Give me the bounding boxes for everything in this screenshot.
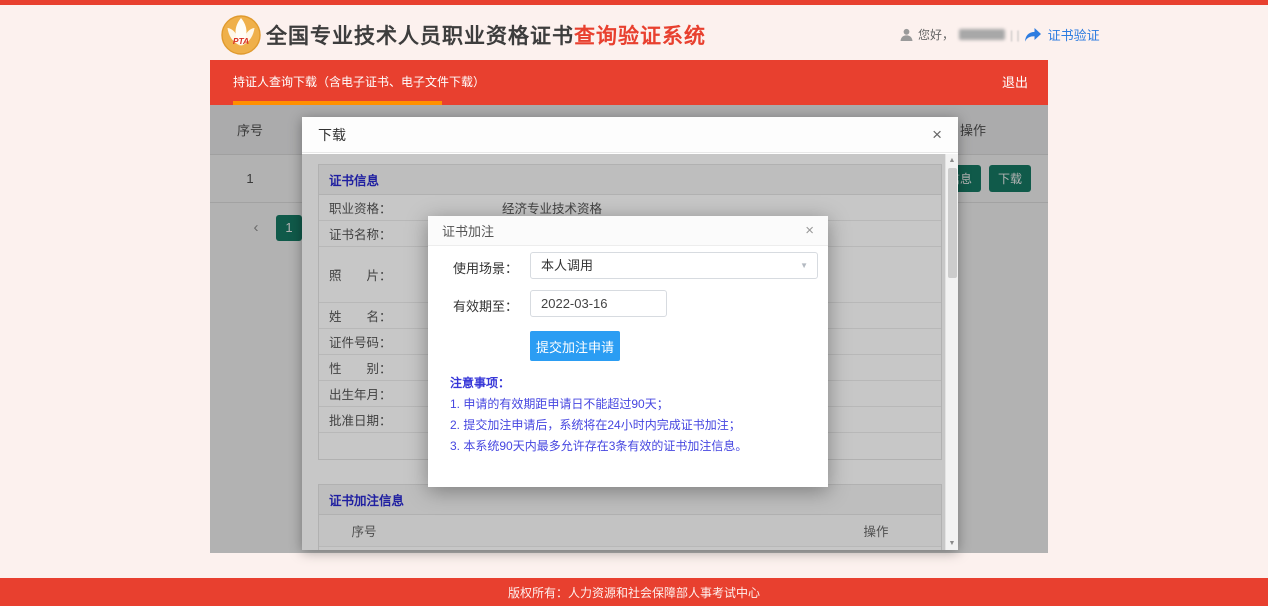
user-icon	[900, 28, 913, 41]
chevron-down-icon: ▼	[800, 253, 808, 278]
usage-scene-value: 本人调用	[541, 258, 593, 273]
annotation-modal-body: 使用场景： 本人调用 ▼ 有效期至： 提交加注申请 注意事项： 1. 申请的有效…	[428, 247, 828, 487]
svg-text:PTA: PTA	[233, 36, 249, 46]
tab-holder-query-download[interactable]: 持证人查询下载（含电子证书、电子文件下载）	[233, 60, 485, 105]
submit-annotation-button[interactable]: 提交加注申请	[530, 331, 620, 361]
annotation-modal-close-icon[interactable]: ×	[805, 223, 814, 238]
logout-button[interactable]: 退出	[1002, 60, 1028, 105]
annotation-modal: 证书加注 × 使用场景： 本人调用 ▼ 有效期至： 提交加注申请 注意事项： 1…	[428, 216, 828, 487]
notes-block: 注意事项： 1. 申请的有效期距申请日不能超过90天； 2. 提交加注申请后，系…	[450, 373, 747, 457]
expiry-date-input[interactable]	[530, 290, 667, 317]
share-arrow-icon	[1025, 28, 1041, 42]
modal-scrollbar[interactable]: ▲ ▼	[945, 154, 958, 550]
notes-title: 注意事项：	[450, 373, 747, 394]
usage-scene-select[interactable]: 本人调用 ▼	[530, 252, 818, 279]
scroll-up-icon[interactable]: ▲	[946, 157, 958, 164]
note-line: 3. 本系统90天内最多允许存在3条有效的证书加注信息。	[450, 436, 747, 457]
cert-verify-link[interactable]: 证书验证	[1048, 25, 1100, 44]
page-title: 全国专业技术人员职业资格证书查询验证系统	[266, 20, 706, 50]
top-accent-bar	[0, 0, 1268, 5]
usage-scene-label: 使用场景：	[428, 258, 518, 277]
annotation-modal-header: 证书加注 ×	[428, 216, 828, 246]
scroll-down-icon[interactable]: ▼	[946, 540, 958, 547]
scrollbar-thumb[interactable]	[948, 168, 957, 278]
user-area: 您好， | | 证书验证	[900, 25, 1100, 44]
pta-logo-icon: PTA	[221, 15, 261, 55]
annotation-modal-title: 证书加注	[442, 221, 494, 240]
download-modal-close-icon[interactable]: ×	[932, 126, 942, 143]
download-modal-header: 下载 ×	[302, 117, 958, 153]
note-line: 2. 提交加注申请后，系统将在24小时内完成证书加注；	[450, 415, 747, 436]
masked-separator: | |	[1010, 28, 1020, 42]
expiry-label: 有效期至：	[428, 296, 518, 315]
username-redacted	[959, 29, 1005, 40]
main-nav: 持证人查询下载（含电子证书、电子文件下载） 退出	[210, 60, 1048, 105]
greeting-text: 您好，	[918, 26, 954, 43]
brand: PTA 全国专业技术人员职业资格证书查询验证系统	[221, 15, 706, 55]
footer: 版权所有：人力资源和社会保障部人事考试中心	[0, 578, 1268, 606]
download-modal-title: 下载	[318, 125, 346, 145]
note-line: 1. 申请的有效期距申请日不能超过90天；	[450, 394, 747, 415]
footer-copyright: 版权所有：人力资源和社会保障部人事考试中心	[508, 584, 760, 601]
